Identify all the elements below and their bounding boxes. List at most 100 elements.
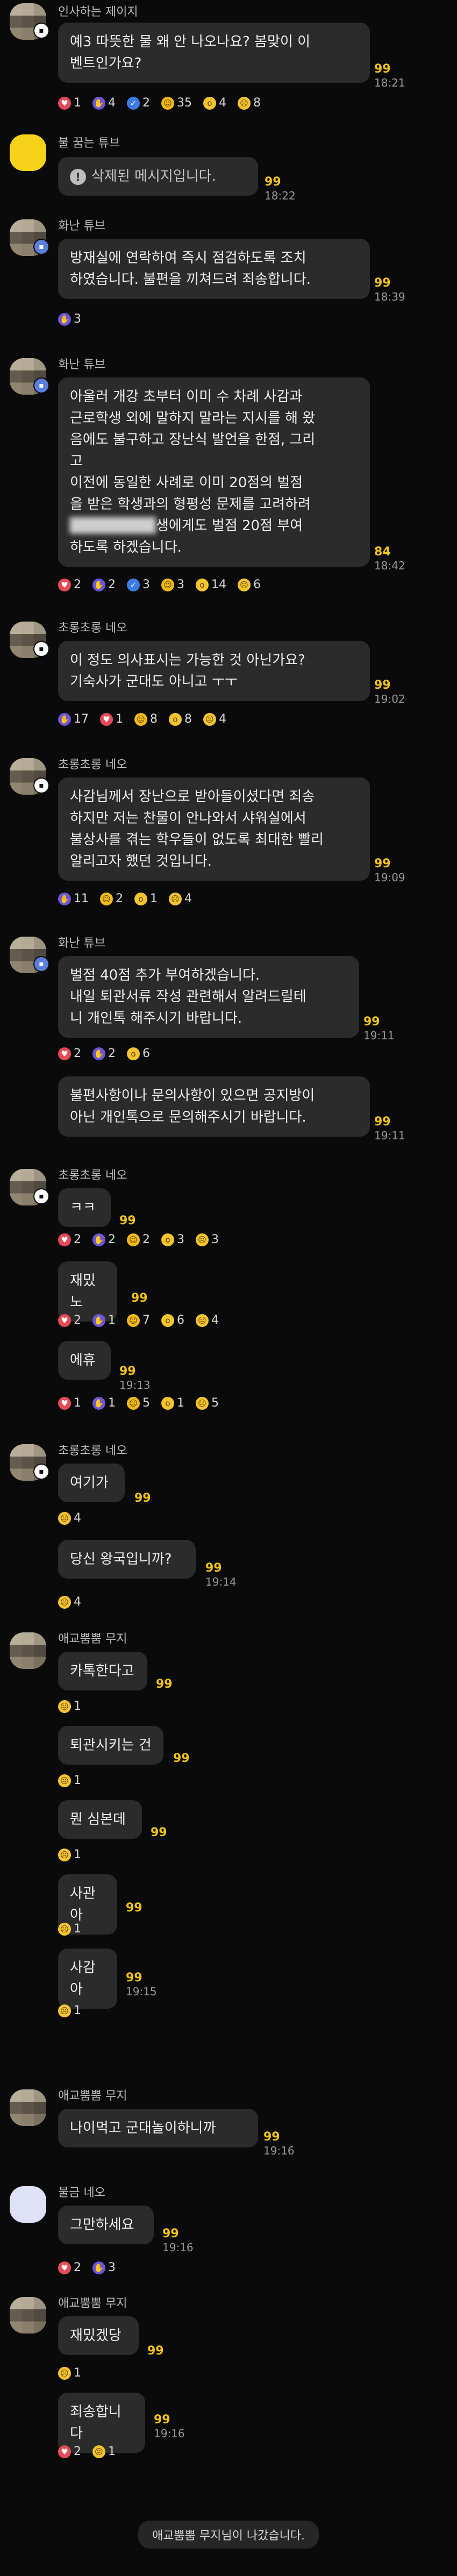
reaction-heart[interactable]: ♥ 2 [58,1314,81,1327]
reaction-bar[interactable]: ✋ 17 ♥ 1 ☺ 8 o8 ☹ 4 [58,712,234,731]
reaction-heart[interactable]: ♥ 2 [58,2261,81,2274]
message-bubble[interactable]: 재밌겠당 [58,2316,139,2355]
reaction-bar[interactable]: ☹ 1 [58,1773,89,1793]
message-bubble[interactable]: 방재실에 연락하여 즉시 점검하도록 조치 하였습니다. 불편을 끼쳐드려 죄송… [58,239,370,299]
message-bubble[interactable]: 당신 왕국입니까? [58,1540,196,1579]
reaction-smile[interactable]: ☺ 5 [127,1396,150,1410]
reaction-wow[interactable]: o1 [161,1396,184,1410]
reaction-bar[interactable]: ☹ 4 [58,1511,89,1530]
reaction-thumb[interactable]: ✋ 17 [58,712,89,726]
reaction-heart[interactable]: ♥ 2 [58,2445,81,2458]
reaction-bar[interactable]: ♥ 1 ✋ 1 ☺ 5 o1 ☹ 5 [58,1396,226,1415]
reaction-wow[interactable]: o1 [134,892,158,905]
avatar[interactable] [10,2297,46,2334]
sender-name: 애교뿜뿜 무지 [58,2089,127,2103]
reaction-sad[interactable]: ☹ 4 [169,892,192,905]
reaction-bar[interactable]: ☹ 1 [58,1922,89,1941]
reaction-heart[interactable]: ♥ 2 [58,578,81,591]
reaction-smile[interactable]: ☺ 8 [134,712,158,726]
reaction-sad[interactable]: ☹ 1 [58,2004,81,2017]
reaction-sad[interactable]: ☹ 1 [92,2445,116,2458]
message-bubble[interactable]: 그만하세요 [58,2206,154,2244]
reaction-wow[interactable]: o 14 [196,578,226,591]
avatar[interactable] [10,2186,46,2223]
reaction-thumb[interactable]: ✋ 2 [92,1047,116,1060]
reaction-sad[interactable]: ☹ 5 [196,1396,219,1410]
reaction-bar[interactable]: ♥ 2 ☹ 1 [58,2444,123,2464]
reaction-sad[interactable]: ☹ 4 [203,712,226,726]
message-bubble[interactable]: 여기가 [58,1464,125,1502]
profile-badge-icon: ▪ [34,24,48,38]
reaction-smile[interactable]: ☺ 3 [161,578,184,591]
reaction-bar[interactable]: ☹ 1 [58,2003,89,2023]
reaction-thumb[interactable]: ✋ 4 [92,96,116,110]
reaction-sad[interactable]: ☹ 1 [58,1848,81,1861]
reaction-bar[interactable]: ☹ 1 [58,1699,89,1718]
reaction-bar[interactable]: ♥ 2 ✋ 2 ☺ 2 o3 ☹ 3 [58,1232,226,1252]
reaction-wow[interactable]: o8 [169,712,192,726]
message-bubble[interactable]: 에휴 [58,1341,111,1380]
deleted-message-bubble[interactable]: ! 삭제된 메시지입니다. [58,157,258,196]
wow-icon: o [203,96,216,110]
message-bubble[interactable]: 벌점 40점 추가 부여하겠습니다. 내일 퇴관서류 작성 관련해서 알려드릴테… [58,956,359,1038]
reaction-bar[interactable]: ✋ 11 ☺ 2 o1 ☹ 4 [58,891,199,911]
message-bubble[interactable]: 카톡한다고 [58,1652,147,1690]
reaction-smile[interactable]: ☺ 7 [127,1314,150,1327]
reaction-sad[interactable]: ☹ 1 [58,1700,81,1713]
message-bubble[interactable]: 나이먹고 군대놀이하니까 [58,2109,258,2147]
reaction-check[interactable]: ✓ 3 [127,578,150,591]
reaction-check[interactable]: ✓ 2 [127,96,150,110]
reaction-smile[interactable]: ☺ 2 [100,892,123,905]
reaction-sad[interactable]: ☹ 1 [58,1922,81,1936]
reaction-wow[interactable]: o3 [161,1233,184,1246]
avatar[interactable] [10,1632,46,1669]
reaction-bar[interactable]: ☹ 1 [58,1847,89,1867]
reaction-thumb[interactable]: ✋ 2 [92,578,116,591]
reaction-heart[interactable]: ♥ 2 [58,1233,81,1246]
reaction-bar[interactable]: ♥ 2 ✋ 2 o6 [58,1046,158,1066]
reaction-thumb[interactable]: ✋ 2 [92,1233,116,1246]
reaction-bar[interactable]: ♥ 2 ✋ 2 ✓ 3 ☺ 3 o 14 ☹ 6 [58,577,268,597]
message-bubble[interactable]: 사감아 [58,1949,117,2009]
reaction-sad[interactable]: ☹ 4 [196,1314,219,1327]
avatar[interactable] [10,2089,46,2126]
reaction-sad[interactable]: ☹ 1 [58,2366,81,2380]
reaction-bar[interactable]: ☹ 4 [58,1595,89,1614]
reaction-sad[interactable]: ☹ 4 [58,1511,81,1525]
avatar[interactable] [10,134,46,171]
reaction-bar[interactable]: ✋ 3 [58,312,89,331]
reaction-thumb[interactable]: ✋ 3 [58,312,81,326]
timestamp: 19:16 [154,2427,185,2440]
message-bubble[interactable]: 이 정도 의사표시는 가능한 것 아닌가요? 기숙사가 군대도 아니고 ㅜㅜ [58,641,370,701]
message-bubble[interactable]: 뭔 심본데 [58,1800,142,1839]
reaction-heart[interactable]: ♥ 1 [100,712,123,726]
reaction-bar[interactable]: ♥ 1 ✋ 4 ✓ 2 ☺ 35 o4 ☹ 8 [58,96,268,115]
reaction-smile[interactable]: ☺ 2 [127,1233,150,1246]
message-bubble[interactable]: 퇴관시키는 건 [58,1726,163,1765]
heart-icon: ♥ [58,1233,71,1246]
message-bubble[interactable]: 예3 따뜻한 물 왜 안 나오나요? 봄맞이 이 벤트인가요? [58,23,370,83]
reaction-heart[interactable]: ♥ 2 [58,1047,81,1060]
message-bubble[interactable]: 아울러 개강 초부터 이미 수 차례 사감과 근로학생 외에 말하지 말라는 지… [58,377,370,567]
reaction-sad[interactable]: ☹ 6 [238,578,261,591]
message-bubble[interactable]: 사감님께서 장난으로 받아들이셨다면 죄송 하지만 저는 찬물이 안나와서 샤워… [58,777,370,881]
reaction-wow[interactable]: o4 [203,96,226,110]
reaction-heart[interactable]: ♥ 1 [58,96,81,110]
message-bubble[interactable]: 불편사항이나 문의사항이 있으면 공지방이 아닌 개인톡으로 문의해주시기 바랍… [58,1076,370,1137]
reaction-sad[interactable]: ☹ 1 [58,1774,81,1787]
reaction-thumb[interactable]: ✋ 11 [58,892,89,905]
reaction-wow[interactable]: o6 [161,1314,184,1327]
reaction-smile[interactable]: ☺ 35 [161,96,192,110]
reaction-wow[interactable]: o6 [127,1047,150,1060]
reaction-heart[interactable]: ♥ 1 [58,1396,81,1410]
reaction-sad[interactable]: ☹ 3 [196,1233,219,1246]
reaction-thumb[interactable]: ✋ 1 [92,1396,116,1410]
reaction-bar[interactable]: ☹ 1 [58,2366,89,2385]
reaction-sad[interactable]: ☹ 8 [238,96,261,110]
message-bubble[interactable]: ㅋㅋ [58,1188,111,1227]
reaction-thumb[interactable]: ✋ 3 [92,2261,116,2274]
reaction-sad[interactable]: ☹ 4 [58,1595,81,1609]
reaction-thumb[interactable]: ✋ 1 [92,1314,116,1327]
reaction-bar[interactable]: ♥ 2 ✋ 1 ☺ 7 o6 ☹ 4 [58,1313,226,1332]
reaction-bar[interactable]: ♥ 2 ✋ 3 [58,2260,123,2280]
